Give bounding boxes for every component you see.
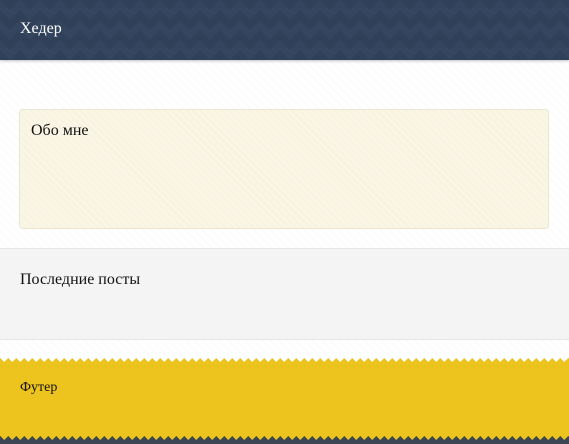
about-title: Обо мне	[31, 122, 89, 139]
footer-zigzag-bottom	[0, 436, 569, 444]
page-footer: Футер	[0, 358, 569, 444]
footer-title: Футер	[20, 380, 58, 395]
footer-zigzag-top	[0, 358, 569, 366]
page-header: Хедер	[0, 0, 569, 60]
recent-posts-title: Последние посты	[20, 271, 141, 288]
header-title: Хедер	[20, 20, 62, 37]
about-card: Обо мне	[19, 109, 549, 229]
recent-posts-section: Последние посты	[0, 248, 569, 340]
